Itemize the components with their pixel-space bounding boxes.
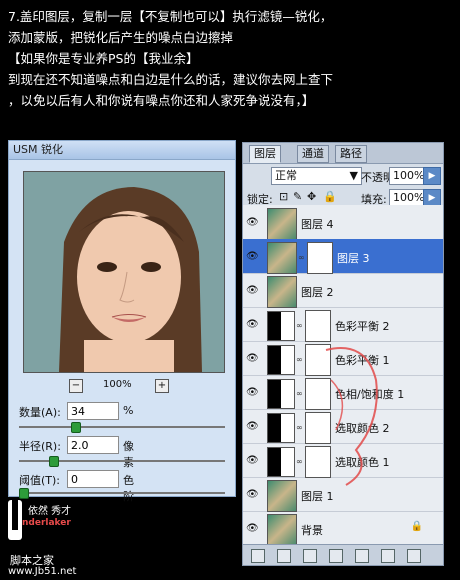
layers-bottom-toolbar bbox=[243, 544, 443, 565]
adjustment-icon bbox=[267, 413, 295, 443]
blend-mode-select[interactable]: 正常 ▼ bbox=[271, 167, 362, 185]
layer-row[interactable]: 👁 图层 2 bbox=[243, 273, 443, 308]
add-mask-icon[interactable] bbox=[303, 549, 317, 563]
intro-line-4: 到现在还不知道噪点和白边是什么的话，建议你去网上查下 bbox=[8, 72, 334, 87]
visibility-eye-icon[interactable]: 👁 bbox=[246, 421, 260, 433]
amount-input[interactable] bbox=[67, 402, 119, 420]
chain-link-icon[interactable]: ∞ bbox=[296, 423, 304, 432]
opacity-arrow-icon[interactable]: ▶ bbox=[423, 167, 441, 185]
intro-line-1: 7.盖印图层，复制一层【不复制也可以】执行滤镜—锐化， bbox=[8, 9, 333, 24]
background-lock-icon: 🔒 bbox=[410, 521, 423, 532]
zoom-in-button[interactable]: + bbox=[155, 379, 169, 393]
visibility-eye-icon[interactable]: 👁 bbox=[246, 387, 260, 399]
threshold-row: 阈值(T): 色阶 bbox=[19, 470, 134, 503]
new-group-icon[interactable] bbox=[355, 549, 369, 563]
layer-thumbnail[interactable] bbox=[267, 480, 297, 512]
zoom-controls: − 100% + bbox=[69, 379, 179, 395]
layer-thumbnail[interactable] bbox=[267, 242, 297, 274]
visibility-eye-icon[interactable]: 👁 bbox=[246, 251, 260, 263]
radius-label: 半径(R): bbox=[19, 440, 61, 453]
zoom-level: 100% bbox=[103, 379, 132, 390]
layer-row[interactable]: 👁 图层 4 bbox=[243, 205, 443, 240]
layer-thumbnail[interactable] bbox=[267, 208, 297, 240]
layer-mask-thumbnail[interactable] bbox=[305, 310, 331, 342]
link-layers-icon[interactable] bbox=[251, 549, 265, 563]
adjustment-icon bbox=[267, 447, 295, 477]
layer-row[interactable]: 👁 ∞ 图层 3 bbox=[243, 239, 443, 274]
intro-line-3: 【如果你是专业养PS的【我业余】 bbox=[8, 51, 199, 66]
layer-name: 背景 bbox=[301, 524, 323, 537]
layer-mask-thumbnail[interactable] bbox=[307, 242, 333, 274]
layer-thumbnail[interactable] bbox=[267, 276, 297, 308]
threshold-unit: 色阶 bbox=[123, 474, 134, 503]
tab-channels[interactable]: 通道 bbox=[297, 145, 329, 163]
visibility-eye-icon[interactable]: 👁 bbox=[246, 455, 260, 467]
amount-row: 数量(A): % bbox=[19, 402, 133, 420]
chain-link-icon[interactable]: ∞ bbox=[296, 355, 304, 364]
radius-unit: 像素 bbox=[123, 440, 134, 469]
amount-label: 数量(A): bbox=[19, 406, 61, 419]
threshold-slider[interactable] bbox=[19, 488, 225, 499]
visibility-eye-icon[interactable]: 👁 bbox=[246, 285, 260, 297]
layer-thumbnail[interactable] bbox=[267, 514, 297, 546]
lock-all-icon[interactable]: 🔒 bbox=[323, 190, 337, 203]
trash-icon[interactable] bbox=[407, 549, 421, 563]
usm-dialog-title: USM 锐化 bbox=[9, 141, 235, 160]
amount-slider-handle[interactable] bbox=[71, 422, 81, 433]
panel-tabs: 图层 通道 路径 bbox=[243, 143, 443, 164]
intro-text: 7.盖印图层，复制一层【不复制也可以】执行滤镜—锐化， 添加蒙版，把锐化后产生的… bbox=[8, 6, 454, 111]
chain-link-icon[interactable]: ∞ bbox=[296, 457, 304, 466]
amount-slider[interactable] bbox=[19, 422, 225, 433]
visibility-eye-icon[interactable]: 👁 bbox=[246, 489, 260, 501]
new-layer-icon[interactable] bbox=[381, 549, 395, 563]
lock-pixels-icon[interactable]: ✎ bbox=[293, 190, 302, 203]
layer-name: 图层 3 bbox=[337, 252, 370, 265]
amount-unit: % bbox=[123, 404, 134, 417]
radius-input[interactable] bbox=[67, 436, 119, 454]
intro-line-2: 添加蒙版，把锐化后产生的噪点白边擦掉 bbox=[8, 30, 234, 45]
visibility-eye-icon[interactable]: 👁 bbox=[246, 523, 260, 535]
threshold-label: 阈值(T): bbox=[19, 474, 61, 487]
visibility-eye-icon[interactable]: 👁 bbox=[246, 353, 260, 365]
chain-link-icon[interactable]: ∞ bbox=[296, 321, 304, 330]
chain-link-icon[interactable]: ∞ bbox=[298, 253, 306, 262]
layer-name: 图层 2 bbox=[301, 286, 334, 299]
radius-slider[interactable] bbox=[19, 456, 225, 467]
blend-mode-value: 正常 bbox=[275, 169, 297, 182]
layer-style-icon[interactable] bbox=[277, 549, 291, 563]
adjustment-icon bbox=[267, 311, 295, 341]
radius-slider-handle[interactable] bbox=[49, 456, 59, 467]
layer-row[interactable]: 👁 背景 🔒 bbox=[243, 511, 443, 546]
tab-layers[interactable]: 图层 bbox=[249, 145, 281, 163]
layer-name: 图层 1 bbox=[301, 490, 334, 503]
visibility-eye-icon[interactable]: 👁 bbox=[246, 217, 260, 229]
radius-row: 半径(R): 像素 bbox=[19, 436, 134, 469]
layer-name: 图层 4 bbox=[301, 218, 334, 231]
zoom-out-button[interactable]: − bbox=[69, 379, 83, 393]
chain-link-icon[interactable]: ∞ bbox=[296, 389, 304, 398]
chevron-down-icon: ▼ bbox=[349, 169, 358, 182]
site-url: www.Jb51.net bbox=[8, 566, 77, 577]
usm-dialog: USM 锐化 − 100% + 数量(A): % 半径(R): 像素 bbox=[8, 140, 236, 503]
intro-line-5: ，以免以后有人和你说有噪点你还和人家死争说没有，】 bbox=[8, 93, 315, 108]
adjustment-icon bbox=[267, 379, 295, 409]
preview-image[interactable] bbox=[23, 171, 225, 373]
layer-row[interactable]: 👁 ∞ 色彩平衡 2 bbox=[243, 307, 443, 342]
lock-position-icon[interactable]: ✥ bbox=[307, 190, 316, 203]
threshold-slider-handle[interactable] bbox=[19, 488, 29, 499]
visibility-eye-icon[interactable]: 👁 bbox=[246, 319, 260, 331]
lock-transparency-icon[interactable]: ⊡ bbox=[279, 190, 288, 203]
portrait-illustration bbox=[24, 172, 224, 372]
brand-text: nderlaker bbox=[22, 518, 71, 528]
red-handwriting-decoration bbox=[325, 347, 378, 486]
adjustment-layer-icon[interactable] bbox=[329, 549, 343, 563]
adjustment-icon bbox=[267, 345, 295, 375]
layer-name: 色彩平衡 2 bbox=[335, 320, 390, 333]
opacity-input[interactable]: 100% bbox=[389, 167, 424, 185]
threshold-input[interactable] bbox=[67, 470, 119, 488]
tab-paths[interactable]: 路径 bbox=[335, 145, 367, 163]
author-text: 依然 秀才 bbox=[28, 506, 72, 517]
